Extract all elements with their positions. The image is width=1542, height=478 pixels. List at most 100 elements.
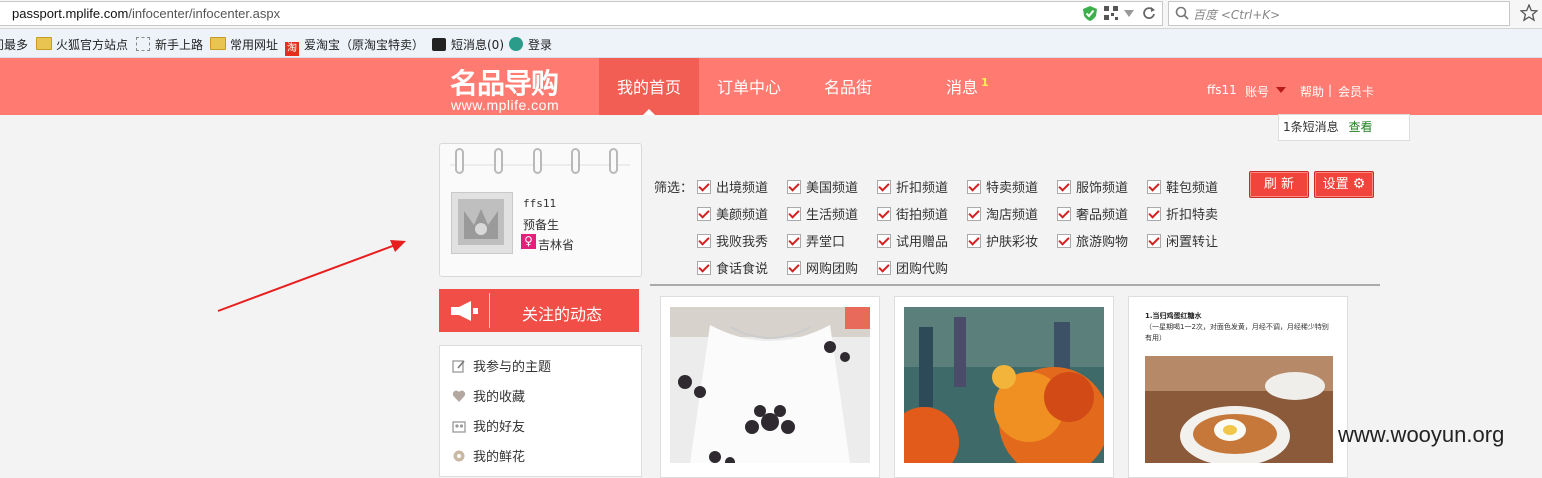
- profile-username[interactable]: ffs11: [523, 197, 556, 210]
- checkbox-checked-icon[interactable]: [697, 207, 711, 221]
- menu-my-friends[interactable]: 我的好友: [452, 416, 525, 435]
- menu-my-flowers[interactable]: 我的鲜花: [452, 446, 525, 465]
- filter-checkbox[interactable]: 弄堂口: [787, 231, 845, 250]
- header-separator: |: [1328, 83, 1333, 97]
- url-path: /infocenter/infocenter.aspx: [128, 6, 281, 21]
- bookmark-common-sites[interactable]: 常用网址: [210, 36, 278, 53]
- checkbox-checked-icon[interactable]: [697, 261, 711, 275]
- nav-messages[interactable]: 消息: [920, 58, 1004, 115]
- filter-checkbox[interactable]: 生活频道: [787, 204, 858, 223]
- reload-icon[interactable]: [1142, 6, 1156, 20]
- gear-icon: ⚙: [1352, 176, 1366, 192]
- caret-down-icon[interactable]: [1276, 87, 1286, 94]
- profile-level: 预备生: [523, 218, 560, 232]
- nav-brand-street[interactable]: 名品街: [800, 58, 896, 115]
- filter-checkbox[interactable]: 旅游购物: [1057, 231, 1128, 250]
- filter-checkbox[interactable]: 美国频道: [787, 177, 858, 196]
- shield-icon[interactable]: [1082, 5, 1098, 22]
- feed-image-dessert[interactable]: [1145, 356, 1333, 463]
- filter-checkbox[interactable]: 出境频道: [697, 177, 768, 196]
- refresh-button[interactable]: 刷 新: [1249, 171, 1309, 198]
- checkbox-checked-icon[interactable]: [787, 261, 801, 275]
- checkbox-checked-icon[interactable]: [1057, 180, 1071, 194]
- filter-checkbox[interactable]: 特卖频道: [967, 177, 1038, 196]
- feed-recipe-title: 1.当归鸡蛋红糖水: [1145, 312, 1202, 320]
- feed-image-painting[interactable]: [904, 307, 1104, 463]
- nav-orders[interactable]: 订单中心: [700, 58, 798, 115]
- search-placeholder: 百度 <Ctrl+K>: [1193, 8, 1281, 22]
- site-logo[interactable]: 名品导购: [450, 62, 559, 102]
- settings-button[interactable]: 设置 ⚙: [1314, 171, 1374, 198]
- site-logo-url: www.mplife.com: [451, 97, 560, 113]
- popup-view-link[interactable]: 查看: [1348, 120, 1372, 134]
- arrow-annotation-icon: [217, 240, 406, 312]
- filter-checkbox[interactable]: 奢品频道: [1057, 204, 1128, 223]
- header-vip-card[interactable]: 会员卡: [1338, 83, 1374, 100]
- checkbox-checked-icon[interactable]: [877, 234, 891, 248]
- qr-code-icon[interactable]: [1104, 6, 1118, 20]
- page-icon: [136, 37, 150, 51]
- checkbox-checked-icon[interactable]: [967, 180, 981, 194]
- bookmark-getting-started[interactable]: 新手上路: [136, 36, 203, 53]
- filter-checkbox[interactable]: 试用赠品: [877, 231, 948, 250]
- filter-checkbox[interactable]: 折扣频道: [877, 177, 948, 196]
- search-field[interactable]: 百度 <Ctrl+K>: [1168, 1, 1510, 26]
- checkbox-checked-icon[interactable]: [697, 180, 711, 194]
- filter-label: 筛选：: [654, 181, 694, 196]
- checkbox-checked-icon[interactable]: [877, 180, 891, 194]
- filter-checkbox[interactable]: 淘店频道: [967, 204, 1038, 223]
- header-help[interactable]: 帮助: [1300, 83, 1324, 100]
- checkbox-checked-icon[interactable]: [787, 180, 801, 194]
- header-username[interactable]: ffs11: [1207, 83, 1237, 97]
- notebook-rings-icon: [450, 148, 630, 174]
- edit-icon: [452, 360, 465, 373]
- checkbox-checked-icon[interactable]: [1147, 207, 1161, 221]
- bookmark-most-visited[interactable]: 访问最多: [0, 36, 28, 53]
- header-account[interactable]: 账号: [1245, 83, 1269, 100]
- filter-checkbox[interactable]: 服饰频道: [1057, 177, 1128, 196]
- megaphone-icon: [451, 301, 478, 321]
- filter-checkbox[interactable]: 折扣特卖: [1147, 204, 1218, 223]
- checkbox-checked-icon[interactable]: [1057, 234, 1071, 248]
- feed-image-white-dress[interactable]: [670, 307, 870, 463]
- url-field[interactable]: passport.mplife.com/infocenter/infocente…: [0, 1, 1163, 26]
- checkbox-checked-icon[interactable]: [967, 207, 981, 221]
- url-host: passport.mplife.com: [12, 6, 129, 21]
- menu-my-topics[interactable]: 我参与的主题: [452, 356, 551, 375]
- checkbox-checked-icon[interactable]: [1147, 234, 1161, 248]
- bookmark-ai-taobao[interactable]: 淘爱淘宝（原淘宝特卖）: [285, 36, 424, 56]
- nav-home[interactable]: 我的首页: [599, 58, 699, 115]
- bookmark-short-messages[interactable]: 短消息(0): [432, 36, 504, 53]
- filter-checkbox[interactable]: 食话食说: [697, 258, 768, 277]
- filter-checkbox[interactable]: 闲置转让: [1147, 231, 1218, 250]
- bookmark-firefox-official[interactable]: 火狐官方站点: [36, 36, 128, 53]
- watermark: www.wooyun.org: [1338, 422, 1505, 447]
- message-popup: 1条短消息 查看: [1278, 114, 1410, 141]
- filter-checkbox[interactable]: 团购代购: [877, 258, 948, 277]
- filter-checkbox[interactable]: 鞋包频道: [1147, 177, 1218, 196]
- checkbox-checked-icon[interactable]: [1147, 180, 1161, 194]
- dropdown-arrow-icon[interactable]: [1124, 10, 1134, 18]
- folder-icon: [36, 37, 52, 50]
- bookmark-star-icon[interactable]: [1520, 4, 1538, 22]
- checkbox-checked-icon[interactable]: [877, 207, 891, 221]
- filter-checkbox[interactable]: 街拍频道: [877, 204, 948, 223]
- filter-checkbox[interactable]: 美颜频道: [697, 204, 768, 223]
- checkbox-checked-icon[interactable]: [787, 207, 801, 221]
- follow-divider: [489, 293, 490, 328]
- followed-updates-label: 关注的动态: [522, 305, 603, 324]
- checkbox-checked-icon[interactable]: [1057, 207, 1071, 221]
- filter-checkbox[interactable]: 我败我秀: [697, 231, 768, 250]
- checkbox-checked-icon[interactable]: [787, 234, 801, 248]
- filter-checkbox[interactable]: 网购团购: [787, 258, 858, 277]
- checkbox-checked-icon[interactable]: [877, 261, 891, 275]
- login-icon: [509, 37, 523, 51]
- search-icon: [1175, 6, 1189, 20]
- bookmark-login[interactable]: 登录: [509, 36, 552, 53]
- menu-my-favorites[interactable]: 我的收藏: [452, 386, 525, 405]
- heart-icon: [452, 390, 466, 402]
- filter-checkbox[interactable]: 护肤彩妆: [967, 231, 1038, 250]
- checkbox-checked-icon[interactable]: [967, 234, 981, 248]
- friends-icon: [452, 421, 466, 433]
- checkbox-checked-icon[interactable]: [697, 234, 711, 248]
